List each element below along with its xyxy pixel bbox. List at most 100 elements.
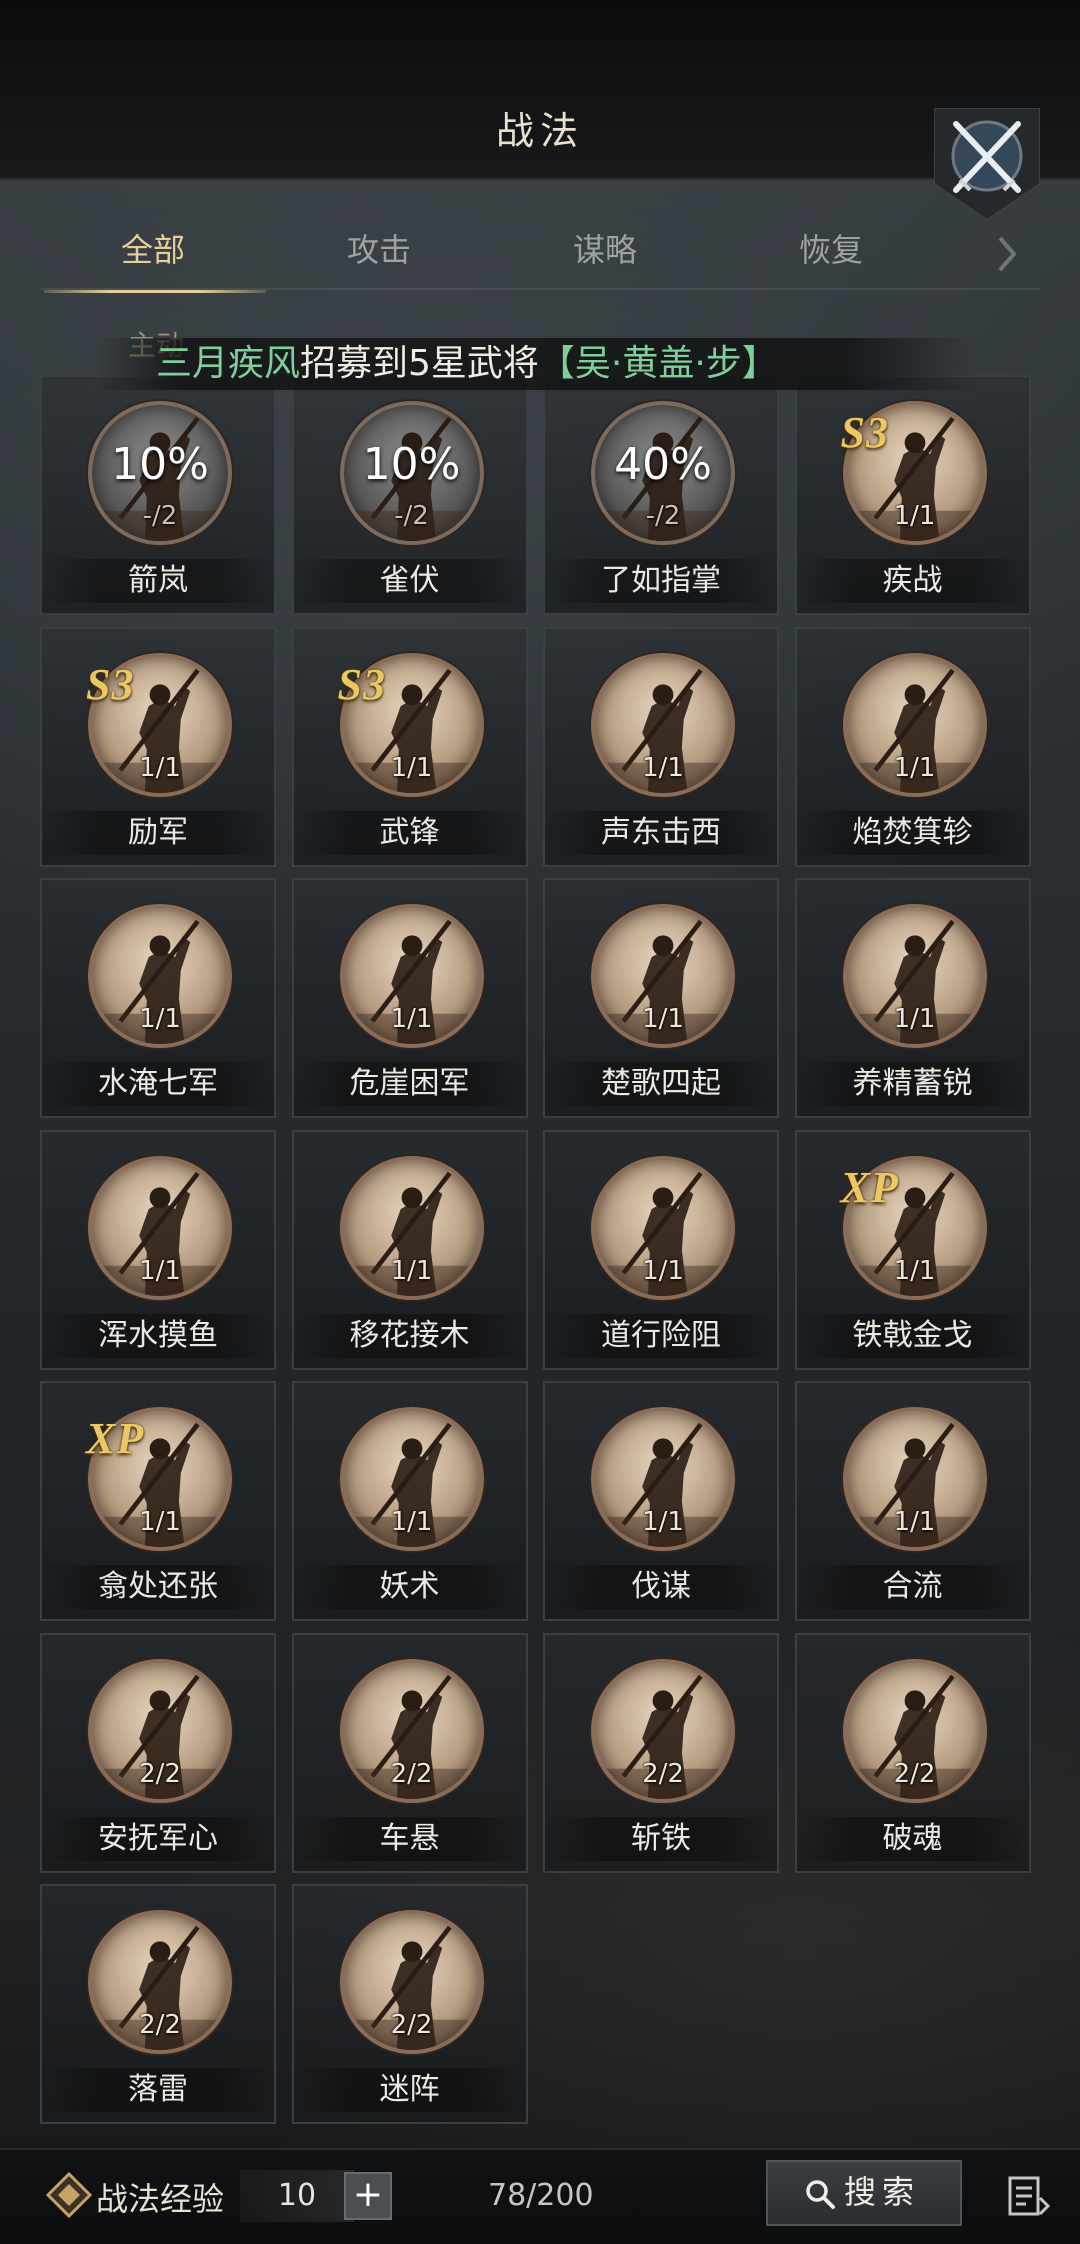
skill-name: 疾战 [796,559,1029,603]
skill-rank-badge: S3 [840,408,889,457]
skill-name: 养精蓄锐 [796,1062,1029,1106]
skill-card[interactable]: 1/1 楚歌四起 [543,878,779,1118]
skill-grid: 10% -/2 箭岚 10% -/2 雀伏 40% -/2 了如指掌 1/1 S3 疾战 1/1 S3 励军… [40,375,1040,2127]
footer-bar: 战法经验 10 + 78/200 搜索 [0,2148,1080,2244]
tab-recovery[interactable]: 恢复 [718,218,944,290]
skill-count: 2/2 [893,1758,936,1789]
skill-progress: 40% [614,439,712,490]
skill-card[interactable]: 1/1 危崖困军 [291,878,528,1118]
skill-card[interactable]: 1/1 S3 疾战 [794,375,1031,615]
close-button[interactable] [933,107,1041,222]
crossed-swords-icon [933,107,1041,222]
skill-count: 2/2 [390,1758,433,1789]
skill-count: 1/1 [390,1255,433,1286]
add-exp-button[interactable]: + [344,2172,392,2220]
exp-token-icon [45,2171,93,2219]
exp-label: 战法经验 [96,2180,225,2218]
skill-icon: 1/1 [842,1407,987,1551]
skill-card[interactable]: 1/1 妖术 [291,1381,528,1621]
skill-count: 1/1 [390,1507,433,1537]
header-bar: 战法 [0,0,1080,222]
skill-name: 武锋 [293,810,526,855]
skill-card[interactable]: 1/1 XP 翕处还张 [40,1381,276,1621]
skill-name: 箭岚 [42,559,274,603]
skill-card[interactable]: 2/2 车悬 [291,1632,528,1873]
skill-name: 移花接木 [293,1313,526,1358]
skill-card[interactable]: 1/1 养精蓄锐 [794,878,1031,1118]
page-title: 战法 [495,109,584,153]
announcement-player: 三月疾风 [156,343,301,384]
skill-icon: 1/1 [591,1155,735,1300]
search-label: 搜索 [844,2173,921,2211]
skill-count: 1/1 [642,1255,684,1286]
skill-name: 楚歌四起 [545,1062,777,1106]
skill-name: 焰焚箕轸 [796,810,1029,855]
tab-strategy[interactable]: 谋略 [492,218,718,290]
skill-count: 1/1 [642,1004,684,1034]
skill-name: 水淹七军 [42,1062,274,1106]
skill-card[interactable]: 1/1 焰焚箕轸 [794,626,1031,867]
tab-attack[interactable]: 攻击 [266,218,492,290]
skill-icon: 2/2 [591,1658,735,1803]
skill-card[interactable]: 40% -/2 了如指掌 [543,375,779,615]
skill-count: -/2 [394,501,429,531]
tab-all[interactable]: 全部 [40,218,266,293]
skill-card[interactable]: 1/1 水淹七军 [40,878,276,1118]
skill-card[interactable]: 10% -/2 雀伏 [291,375,528,615]
skill-name: 雀伏 [293,559,526,603]
skill-card[interactable]: 1/1 伐谋 [543,1381,779,1621]
skill-card[interactable]: 1/1 合流 [794,1381,1031,1621]
skill-icon: 1/1 [591,1407,735,1551]
skill-name: 声东击西 [545,810,777,855]
chevron-right-icon[interactable] [992,232,1022,276]
skill-icon: 2/2 [842,1658,987,1803]
skill-icon: 2/2 [339,1658,484,1803]
skill-name: 破魂 [796,1816,1029,1861]
tab-bar: 全部 攻击 谋略 恢复 [40,218,1040,293]
skill-card[interactable]: 1/1 移花接木 [291,1129,528,1370]
skill-icon: 10% -/2 [339,401,484,545]
skill-count: 1/1 [139,1507,181,1537]
skill-card[interactable]: 1/1 道行险阻 [543,1129,779,1370]
recruit-announcement: 三月疾风招募到5星武将【吴·黄盖·步】 [96,338,976,390]
skill-count: 2/2 [642,1758,684,1789]
skill-name: 危崖困军 [293,1062,526,1106]
skill-icon: 2/2 [88,1658,232,1803]
skill-name: 车悬 [293,1816,526,1861]
skill-card[interactable]: 2/2 安抚军心 [40,1632,276,1873]
skill-count: 1/1 [893,1507,936,1537]
skill-name: 铁戟金戈 [796,1313,1029,1358]
skill-card[interactable]: 2/2 斩铁 [543,1632,779,1873]
skill-card[interactable]: 2/2 迷阵 [291,1884,528,2124]
search-button[interactable]: 搜索 [766,2160,962,2226]
skill-icon: 1/1 [339,1407,484,1551]
skill-count: 1/1 [139,752,181,783]
skill-icon: 1/1 [591,904,735,1048]
skill-card[interactable]: 2/2 破魂 [794,1632,1031,1873]
skill-icon: 1/1 [88,1155,232,1300]
skill-card[interactable]: 1/1 浑水摸鱼 [40,1129,276,1370]
skill-icon: 1/1 [88,904,232,1048]
skill-card[interactable]: 10% -/2 箭岚 [40,375,276,615]
skill-name: 迷阵 [293,2068,526,2112]
skill-card[interactable]: 2/2 落雷 [40,1884,276,2124]
skill-name: 斩铁 [545,1816,777,1861]
skill-count: 2/2 [390,2010,433,2040]
menu-list-icon[interactable] [1004,2172,1052,2220]
skill-rank-badge: XP [86,1414,145,1463]
skill-icon: 2/2 [339,1910,484,2054]
skill-name: 浑水摸鱼 [42,1313,274,1358]
skill-card[interactable]: 1/1 S3 武锋 [291,626,528,867]
skill-name: 妖术 [293,1565,526,1609]
announcement-general: 【吴·黄盖·步】 [538,343,778,384]
skill-rank-badge: S3 [337,659,386,709]
skill-card[interactable]: 1/1 声东击西 [543,626,779,867]
skill-progress: 10% [111,439,209,490]
skill-card[interactable]: 1/1 XP 铁戟金戈 [794,1129,1031,1370]
skill-card[interactable]: 1/1 S3 励军 [40,626,276,867]
skill-name: 翕处还张 [42,1565,274,1609]
skill-count: 1/1 [893,1255,936,1286]
skill-count: -/2 [142,501,178,531]
exp-value: 10 [240,2170,354,2222]
skill-count: 1/1 [642,752,684,783]
